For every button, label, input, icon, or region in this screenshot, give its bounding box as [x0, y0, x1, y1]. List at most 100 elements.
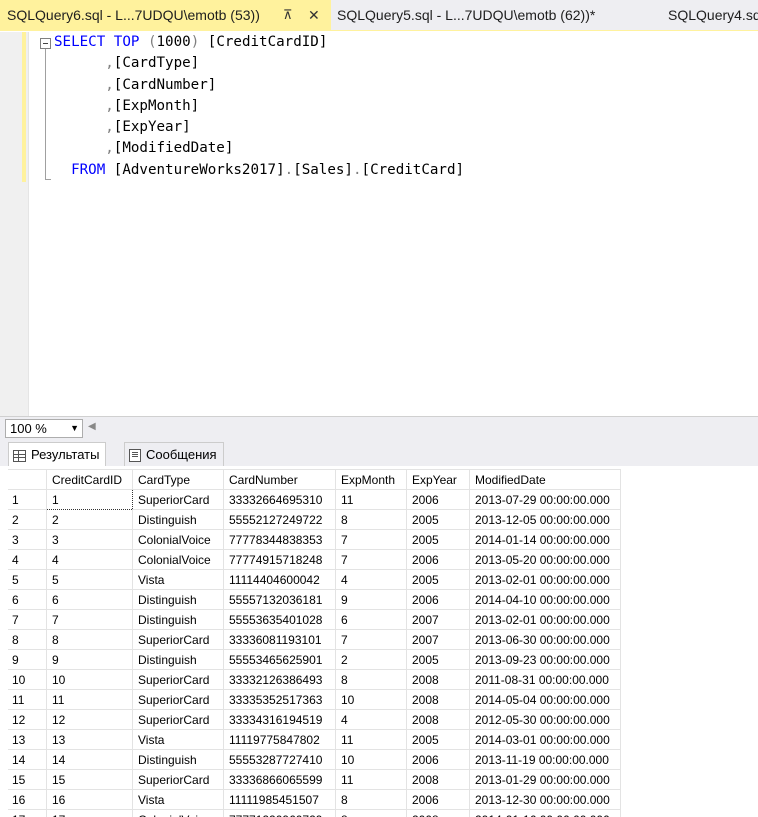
table-cell[interactable]: 2008 [406, 709, 470, 730]
table-cell[interactable]: Vista [132, 729, 224, 750]
table-cell[interactable]: 10 [335, 749, 407, 770]
row-number[interactable]: 1 [8, 489, 47, 510]
table-cell[interactable]: 11114404600042 [223, 569, 336, 590]
tab-sqlquery4[interactable]: SQLQuery4.sql [668, 0, 758, 30]
table-cell[interactable]: 55553635401028 [223, 609, 336, 630]
table-cell[interactable]: 2005 [406, 529, 470, 550]
row-number[interactable]: 5 [8, 569, 47, 590]
table-cell[interactable]: SuperiorCard [132, 669, 224, 690]
table-cell[interactable]: 11 [335, 729, 407, 750]
table-cell[interactable]: 2013-09-23 00:00:00.000 [469, 649, 621, 670]
table-cell[interactable]: 11 [335, 769, 407, 790]
table-cell[interactable]: 2013-05-20 00:00:00.000 [469, 549, 621, 570]
row-number[interactable]: 13 [8, 729, 47, 750]
table-cell[interactable]: 2014-01-16 00:00:00.000 [469, 809, 621, 817]
table-cell[interactable]: Distinguish [132, 589, 224, 610]
table-cell[interactable]: 2007 [406, 629, 470, 650]
row-number[interactable]: 12 [8, 709, 47, 730]
table-row[interactable]: 12 12 SuperiorCard 33334316194519 4 2008 2012-… [8, 709, 621, 730]
sql-code[interactable]: SELECT TOP (1000) [CreditCardID] ,[CardT… [54, 32, 464, 181]
table-cell[interactable]: 33334316194519 [223, 709, 336, 730]
table-cell[interactable]: 77771220960729 [223, 809, 336, 817]
tab-messages[interactable]: Сообщения [124, 442, 224, 466]
table-cell[interactable]: 10 [46, 669, 133, 690]
row-number[interactable]: 4 [8, 549, 47, 570]
table-cell[interactable]: 4 [46, 549, 133, 570]
column-header[interactable]: CardNumber [223, 469, 336, 490]
table-cell[interactable]: 77774915718248 [223, 549, 336, 570]
table-cell[interactable]: 77778344838353 [223, 529, 336, 550]
table-cell[interactable]: 33336081193101 [223, 629, 336, 650]
table-cell[interactable]: 2006 [406, 749, 470, 770]
table-cell[interactable]: SuperiorCard [132, 629, 224, 650]
table-cell[interactable]: 2014-04-10 00:00:00.000 [469, 589, 621, 610]
table-row[interactable]: 11 11 SuperiorCard 33335352517363 10 2008 2014… [8, 689, 621, 710]
table-cell[interactable]: 2013-07-29 00:00:00.000 [469, 489, 621, 510]
table-cell[interactable]: 55557132036181 [223, 589, 336, 610]
table-row[interactable]: 1717ColonialVoice77771220960729820082014… [8, 809, 621, 817]
table-cell[interactable]: 2013-06-30 00:00:00.000 [469, 629, 621, 650]
table-cell[interactable]: 33332126386493 [223, 669, 336, 690]
table-row[interactable]: 14 14 Distinguish 55553287727410 10 2006 2013-… [8, 749, 621, 770]
table-cell[interactable]: Distinguish [132, 749, 224, 770]
table-cell[interactable]: 17 [46, 809, 133, 817]
table-cell[interactable]: 7 [335, 629, 407, 650]
table-cell[interactable]: 33336866065599 [223, 769, 336, 790]
table-cell[interactable]: 2011-08-31 00:00:00.000 [469, 669, 621, 690]
table-cell[interactable]: 6 [335, 609, 407, 630]
table-cell[interactable]: 55553287727410 [223, 749, 336, 770]
row-number[interactable]: 7 [8, 609, 47, 630]
table-cell[interactable]: 2013-01-29 00:00:00.000 [469, 769, 621, 790]
scroll-left-icon[interactable]: ◀ [88, 421, 96, 432]
table-cell[interactable]: 2 [46, 509, 133, 530]
table-cell[interactable]: SuperiorCard [132, 489, 224, 510]
pin-icon[interactable]: ⊼ [283, 0, 293, 30]
table-cell[interactable]: 11 [335, 489, 407, 510]
table-cell[interactable]: 15 [46, 769, 133, 790]
table-cell[interactable]: ColonialVoice [132, 529, 224, 550]
table-cell[interactable]: 33335352517363 [223, 689, 336, 710]
table-row[interactable]: 2 2 Distinguish 55552127249722 8 2005 2013-12-… [8, 509, 621, 530]
table-cell[interactable]: Distinguish [132, 609, 224, 630]
column-header[interactable]: ExpYear [406, 469, 470, 490]
table-cell[interactable]: 10 [335, 689, 407, 710]
tab-sqlquery5[interactable]: SQLQuery5.sql - L...7UDQU\emotb (62))* [337, 0, 595, 30]
table-row[interactable]: 8 8 SuperiorCard 33336081193101 7 2007 2013-06… [8, 629, 621, 650]
row-number[interactable]: 2 [8, 509, 47, 530]
row-number[interactable]: 10 [8, 669, 47, 690]
table-cell[interactable]: 2008 [406, 669, 470, 690]
table-cell[interactable]: 1 [46, 489, 133, 510]
tab-results[interactable]: Результаты [8, 442, 107, 466]
row-number[interactable]: 15 [8, 769, 47, 790]
row-number[interactable]: 17 [8, 809, 47, 817]
table-cell[interactable]: 13 [46, 729, 133, 750]
table-row[interactable]: 16 16 Vista 11111985451507 8 2006 2013-12-30 0… [8, 789, 621, 810]
column-header[interactable]: ModifiedDate [469, 469, 621, 490]
table-cell[interactable]: 55553465625901 [223, 649, 336, 670]
table-cell[interactable]: 7 [335, 549, 407, 570]
table-cell[interactable]: 8 [335, 789, 407, 810]
table-cell[interactable]: 4 [335, 569, 407, 590]
table-row[interactable]: 13 13 Vista 11119775847802 11 2005 2014-03-01 … [8, 729, 621, 750]
table-cell[interactable]: 55552127249722 [223, 509, 336, 530]
table-row[interactable]: 3 3 ColonialVoice 77778344838353 7 2005 2014-0… [8, 529, 621, 550]
zoom-dropdown[interactable]: 100 % ▼ [5, 419, 83, 438]
table-row[interactable]: 15 15 SuperiorCard 33336866065599 11 2008 2013… [8, 769, 621, 790]
table-cell[interactable]: SuperiorCard [132, 769, 224, 790]
row-number[interactable]: 3 [8, 529, 47, 550]
table-cell[interactable]: 2013-12-30 00:00:00.000 [469, 789, 621, 810]
table-cell[interactable]: 9 [335, 589, 407, 610]
table-cell[interactable]: 33332664695310 [223, 489, 336, 510]
table-cell[interactable]: 2008 [406, 769, 470, 790]
collapse-icon[interactable] [40, 38, 51, 49]
table-cell[interactable]: 2006 [406, 789, 470, 810]
table-row[interactable]: 9 9 Distinguish 55553465625901 2 2005 2013-09-… [8, 649, 621, 670]
table-row[interactable]: 7 7 Distinguish 55553635401028 6 2007 2013-02-… [8, 609, 621, 630]
row-number[interactable]: 14 [8, 749, 47, 770]
table-cell[interactable]: 2005 [406, 729, 470, 750]
table-cell[interactable]: 2013-12-05 00:00:00.000 [469, 509, 621, 530]
table-cell[interactable]: 2014-03-01 00:00:00.000 [469, 729, 621, 750]
table-cell[interactable]: 2006 [406, 489, 470, 510]
table-cell[interactable]: 2008 [406, 689, 470, 710]
table-cell[interactable]: 2008 [406, 809, 470, 817]
